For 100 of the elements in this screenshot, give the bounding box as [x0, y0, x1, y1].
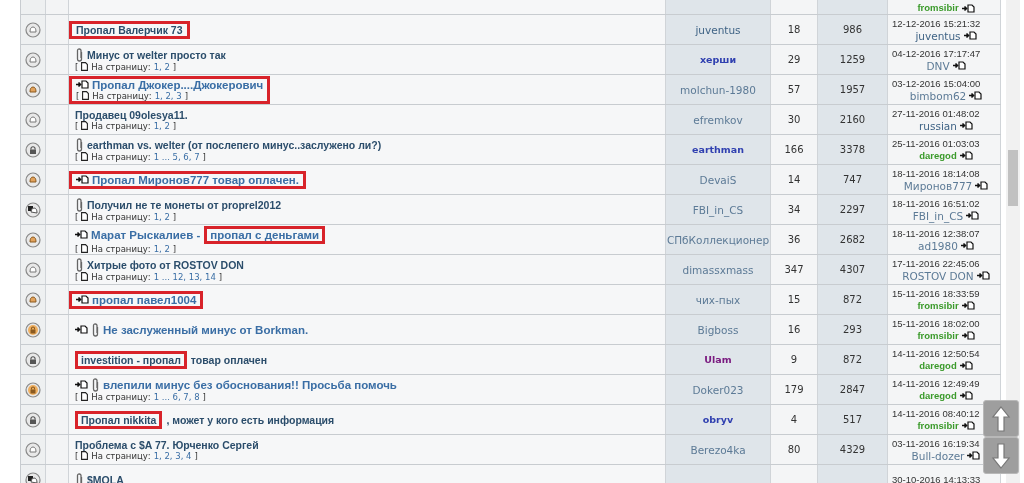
pages-bracket: ] — [172, 243, 177, 254]
last-poster-name[interactable]: russian — [919, 119, 957, 132]
pages-bracket: ] — [184, 90, 188, 101]
go-to-post-icon[interactable] — [959, 151, 973, 160]
author-name[interactable]: DevaiS — [699, 173, 737, 186]
last-poster-name[interactable]: juventus — [915, 29, 961, 42]
reply-count: 4 — [790, 414, 798, 425]
pages-bracket: [ — [75, 450, 79, 461]
topic-title[interactable]: earthman vs. welter (от послепего минус..заслужено ли?) — [87, 138, 382, 151]
topic-title[interactable]: Получил не те монеты от proprel2012 — [87, 198, 282, 211]
topic-title[interactable]: пропал павел1004 — [92, 293, 197, 306]
topic-title[interactable]: Пропал Валерчик 73 — [76, 23, 183, 36]
last-post-date: 27-11-2016 01:48:02 — [892, 107, 980, 120]
author-name[interactable]: херши — [699, 54, 737, 65]
pages-bracket: [ — [76, 90, 80, 101]
page-links[interactable]: 1, 2 — [153, 120, 170, 131]
last-poster-name[interactable]: ad1980 — [918, 239, 958, 252]
view-count: 1259 — [839, 54, 866, 65]
author-name[interactable]: Berezo4ka — [690, 443, 746, 456]
author-name[interactable]: Ulam — [704, 354, 732, 365]
new-post-icon[interactable] — [75, 325, 88, 334]
reply-count: 14 — [787, 174, 801, 185]
go-to-post-icon[interactable] — [961, 331, 975, 340]
author-name[interactable]: molchun-1980 — [680, 83, 756, 96]
last-poster-name[interactable]: Bull-dozer — [911, 449, 965, 462]
new-post-icon[interactable] — [75, 380, 88, 389]
last-poster-name[interactable]: DNV — [926, 59, 950, 72]
topic-title[interactable]: Продавец 09olesya11. — [75, 108, 188, 121]
page-links[interactable]: 1, 2 — [153, 243, 170, 254]
last-poster-name[interactable]: fromsibir — [917, 329, 959, 342]
view-count: 4329 — [839, 444, 866, 455]
author-name[interactable]: СПбКоллекционер — [666, 233, 770, 246]
author-name[interactable]: efremkov — [693, 113, 743, 126]
author-name[interactable]: juventus — [695, 23, 741, 36]
page-icon — [81, 272, 89, 281]
go-to-post-icon[interactable] — [961, 421, 975, 430]
scroll-up-button[interactable] — [983, 400, 1019, 437]
author-name[interactable]: Bigboss — [697, 323, 739, 336]
last-post-date: 30-10-2016 14:13:33 — [892, 473, 981, 483]
author-name[interactable]: FBI_in_CS — [692, 203, 744, 216]
pages-label: На страницу: — [91, 243, 151, 254]
go-to-post-icon[interactable] — [976, 271, 990, 280]
topic-title[interactable]: влепили минус без обоснования!! Просьба помочь — [103, 378, 397, 391]
go-to-post-icon[interactable] — [952, 61, 966, 70]
last-poster-name[interactable]: daregod — [919, 149, 957, 162]
page-links[interactable]: 1 ... 6, 7, 8 — [153, 391, 200, 402]
author-name[interactable]: Doker023 — [692, 383, 744, 396]
scroll-down-button[interactable] — [983, 437, 1019, 474]
last-poster-name[interactable]: daregod — [919, 389, 957, 402]
new-post-icon[interactable] — [76, 80, 89, 89]
page-links[interactable]: 1, 2, 3 — [154, 90, 182, 101]
author-name[interactable]: obryv — [702, 414, 734, 425]
author-name[interactable]: чих-пых — [695, 293, 741, 306]
last-post-date: 18-11-2016 18:14:08 — [892, 167, 980, 180]
page-icon — [81, 212, 89, 221]
topic-title[interactable]: Хитрые фото от ROSTOV DON — [87, 258, 244, 271]
go-to-post-icon[interactable] — [959, 391, 973, 400]
pages-bracket: ] — [194, 450, 198, 461]
view-count: 2160 — [839, 114, 866, 125]
last-poster-name[interactable]: FBI_in_CS — [912, 209, 964, 222]
scrollbar-thumb[interactable] — [1008, 150, 1018, 206]
topic-title[interactable]: Пропал nikkita , может у кого есть информация — [75, 410, 335, 429]
page-icon — [81, 152, 89, 161]
page-links[interactable]: 1, 2 — [153, 211, 170, 222]
page-links[interactable]: 1, 2 — [153, 61, 170, 72]
topic-title[interactable]: Пропал Миронов777 товар оплачен. — [92, 173, 299, 186]
new-post-icon[interactable] — [76, 175, 89, 184]
topic-title[interactable]: Проблема с $A 77. Юрченко Сергей — [75, 438, 259, 451]
page-links[interactable]: 1 ... 12, 13, 14 — [153, 271, 216, 282]
author-name[interactable]: dimassxmass — [682, 263, 754, 276]
go-to-post-icon[interactable] — [967, 451, 981, 460]
go-to-post-icon[interactable] — [959, 121, 973, 130]
page-links[interactable]: 1 ... 5, 6, 7 — [153, 151, 200, 162]
page-icon — [81, 62, 89, 71]
page-links[interactable]: 1, 2, 3, 4 — [153, 450, 192, 461]
last-poster-name[interactable]: fromsibir — [917, 419, 959, 432]
pages-label: На страницу: — [91, 391, 151, 402]
last-poster-name[interactable]: Миронов777 — [903, 179, 973, 192]
go-to-post-icon[interactable] — [960, 241, 974, 250]
new-post-icon[interactable] — [76, 295, 89, 304]
go-to-post-icon[interactable] — [969, 91, 983, 100]
go-to-post-icon[interactable] — [961, 3, 975, 13]
last-poster-name[interactable]: fromsibir — [917, 299, 959, 312]
go-to-post-icon[interactable] — [959, 361, 973, 370]
new-post-icon[interactable] — [75, 230, 88, 239]
go-to-post-icon[interactable] — [963, 31, 977, 40]
last-poster-name[interactable]: bimbom62 — [909, 89, 967, 102]
last-poster-name[interactable]: ROSTOV DON — [902, 269, 974, 282]
go-to-post-icon[interactable] — [961, 301, 975, 310]
last-poster-name[interactable]: daregod — [919, 359, 957, 372]
author-name[interactable]: earthman — [692, 144, 744, 155]
up-arrow-icon — [991, 404, 1011, 433]
topic-title[interactable]: Не заслуженный минус от Borkman. — [103, 323, 309, 336]
topic-title[interactable]: Пропал Джокер....Джокерович — [92, 78, 264, 91]
topic-title[interactable]: Минус от welter просто так — [87, 48, 226, 61]
go-to-post-icon[interactable] — [966, 211, 980, 220]
go-to-post-icon[interactable] — [975, 181, 989, 190]
pages-bracket: [ — [75, 120, 79, 131]
pages-bracket: [ — [75, 61, 79, 72]
reply-count: 30 — [787, 114, 801, 125]
